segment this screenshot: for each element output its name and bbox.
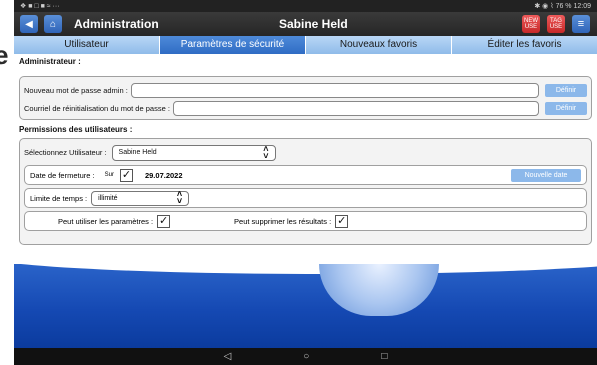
recent-apps-icon[interactable]: □: [381, 351, 387, 362]
app-bar: ◀ ⌂ Administration Sabine Held NEW USE T…: [14, 12, 597, 36]
closing-date-row: Date de fermeture : Sur ✓ 29.07.2022 Nou…: [24, 165, 587, 185]
closing-date-checkbox[interactable]: ✓: [119, 168, 133, 182]
reset-email-field[interactable]: [172, 100, 539, 116]
time-limit-value: illimité: [98, 194, 118, 202]
tag-user-icon[interactable]: TAG USE: [547, 15, 565, 33]
new-password-row: Nouveau mot de passe admin : Définir: [24, 81, 587, 99]
select-user-label: Sélectionnez Utilisateur :: [24, 148, 107, 157]
time-limit-row: Limite de temps : illimité ˄ ˅: [24, 188, 587, 208]
time-limit-select[interactable]: illimité ˄ ˅: [91, 189, 190, 206]
back-arrow-icon[interactable]: ◀: [20, 15, 38, 33]
status-left: ❖ ■ □ ■ ≈ ···: [20, 3, 60, 10]
tab-utilisateur[interactable]: Utilisateur: [14, 36, 160, 54]
new-date-button[interactable]: Nouvelle date: [511, 168, 581, 182]
select-user-row: Sélectionnez Utilisateur : Sabine Held ˄…: [24, 143, 587, 162]
tablet-screen: ❖ ■ □ ■ ≈ ··· ✱ ◉ ⌇ 76 % 12:09 ◀ ⌂ Admin…: [14, 0, 597, 365]
new-password-field[interactable]: [130, 82, 539, 98]
can-delete-results-label: Peut supprimer les résultats :: [234, 216, 332, 226]
tab-security-settings[interactable]: Paramètres de sécurité: [160, 36, 306, 54]
closing-date-value: 29.07.2022: [144, 170, 183, 180]
can-use-settings-label: Peut utiliser les paramètres :: [58, 216, 154, 226]
reset-email-row: Courriel de réinitialisation du mot de p…: [24, 99, 587, 117]
status-bar: ❖ ■ □ ■ ≈ ··· ✱ ◉ ⌇ 76 % 12:09: [14, 0, 597, 12]
left-edge-strip: e: [0, 0, 14, 365]
permissions-group: Sélectionnez Utilisateur : Sabine Held ˄…: [19, 138, 592, 245]
closing-date-label: Date de fermeture :: [30, 170, 95, 180]
back-nav-icon[interactable]: ◁: [224, 351, 232, 362]
user-select[interactable]: Sabine Held ˄ ˅: [111, 143, 276, 161]
menu-icon[interactable]: ≡: [572, 15, 590, 33]
settings-content: Administrateur : Nouveau mot de passe ad…: [14, 54, 597, 264]
define-password-button[interactable]: Définir: [545, 83, 587, 97]
tab-bar: Utilisateur Paramètres de sécurité Nouve…: [14, 36, 597, 54]
reset-email-label: Courriel de réinitialisation du mot de p…: [24, 103, 170, 113]
new-user-icon[interactable]: NEW USE: [522, 15, 540, 33]
chevron-updown-icon: ˄ ˅: [263, 143, 269, 161]
permissions-checks-row: Peut utiliser les paramètres : ✓ Peut su…: [24, 211, 587, 231]
selected-user-value: Sabine Held: [118, 149, 157, 156]
banner-wave: [14, 264, 597, 274]
tab-new-favorites[interactable]: Nouveaux favoris: [306, 36, 452, 54]
left-edge-letter: e: [0, 40, 9, 70]
new-password-label: Nouveau mot de passe admin :: [24, 85, 128, 95]
home-icon[interactable]: ⌂: [44, 15, 62, 33]
current-user-name: Sabine Held: [279, 17, 348, 31]
chevron-updown-icon: ˄ ˅: [176, 189, 183, 206]
android-nav-bar: ◁ ○ □: [14, 348, 597, 365]
can-delete-results-checkbox[interactable]: ✓: [335, 214, 349, 228]
tab-edit-favorites[interactable]: Éditer les favoris: [452, 36, 597, 54]
page-title: Administration: [74, 17, 159, 31]
can-use-settings-checkbox[interactable]: ✓: [157, 214, 171, 228]
time-limit-label: Limite de temps :: [30, 193, 88, 203]
closing-sur-label: Sur: [104, 172, 114, 178]
home-nav-icon[interactable]: ○: [303, 351, 309, 362]
status-right: ✱ ◉ ⌇ 76 % 12:09: [534, 3, 591, 10]
permissions-section-title: Permissions des utilisateurs :: [19, 125, 133, 134]
admin-section-title: Administrateur :: [19, 57, 81, 66]
define-email-button[interactable]: Définir: [545, 101, 587, 115]
brain-illustration: [319, 264, 439, 316]
brain-banner-image: [14, 264, 597, 348]
admin-group: Nouveau mot de passe admin : Définir Cou…: [19, 76, 592, 120]
